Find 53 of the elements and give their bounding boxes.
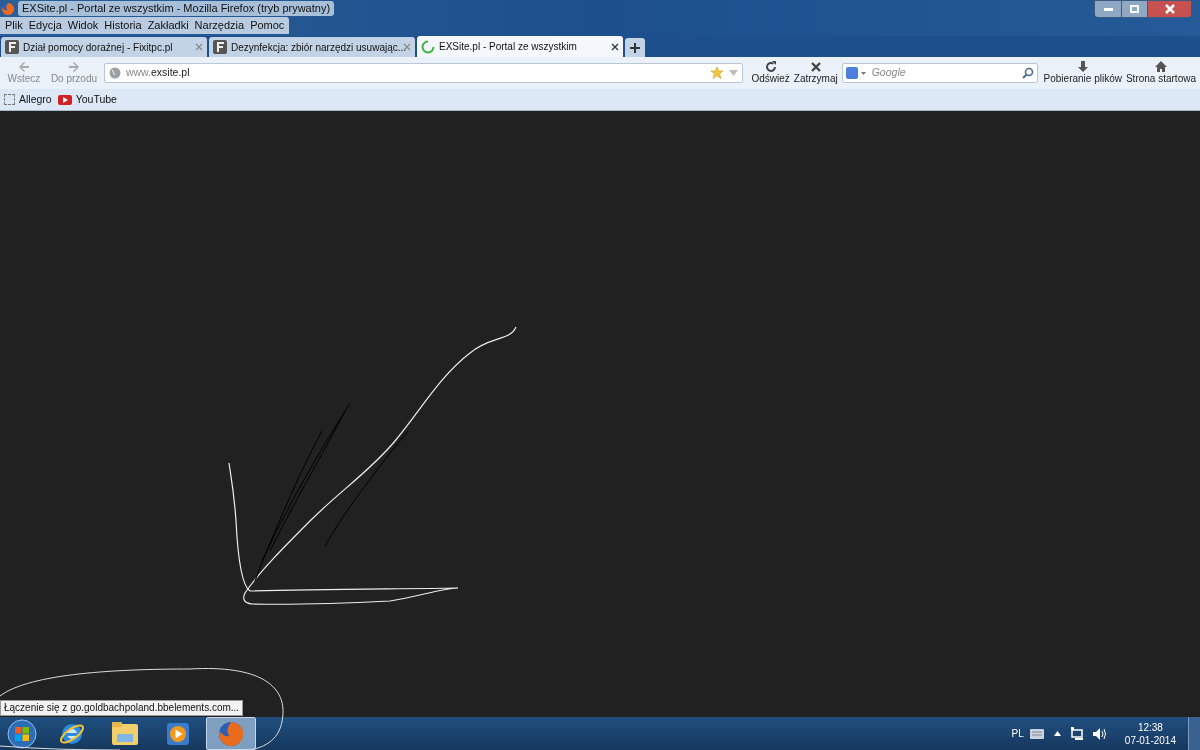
play-icon	[57, 94, 72, 105]
stop-icon	[809, 61, 822, 73]
left-arrow-icon	[18, 61, 30, 73]
close-icon[interactable]	[611, 42, 619, 51]
plus-icon	[630, 42, 640, 53]
new-tab-button[interactable]	[625, 38, 645, 57]
bookmark-item[interactable]: YouTube	[57, 91, 117, 108]
taskbar-app-button[interactable]	[206, 717, 256, 750]
close-button[interactable]	[1147, 1, 1191, 17]
bookmark-item[interactable]: Allegro	[4, 91, 52, 108]
clock[interactable]: 12:38 07-01-2014	[1124, 720, 1176, 747]
menu-item[interactable]: Zakładki	[144, 18, 192, 33]
status-tooltip: Łączenie się z go.goldbachpoland.bbelements.com...	[0, 700, 244, 716]
menu-item[interactable]: Historia	[101, 18, 145, 33]
stop-button[interactable]: Zatrzymaj	[793, 61, 838, 85]
menu-item[interactable]: Narzędzia	[191, 18, 248, 33]
download-arrow-icon	[1076, 61, 1089, 73]
browser-tab[interactable]: Dział pomocy doraźnej - Fixitpc.pl	[1, 37, 207, 57]
home-button[interactable]: Strona startowa	[1125, 61, 1196, 85]
address-bar[interactable]: www.exsite.pl	[103, 63, 744, 83]
browser-tab[interactable]: EXSite.pl - Portal ze wszystkim	[417, 36, 623, 57]
search-icon[interactable]	[1021, 67, 1034, 79]
menu-item[interactable]: Edycja	[25, 18, 65, 33]
reload-icon	[764, 61, 777, 73]
fox-globe-icon	[1, 1, 15, 16]
folder-icon	[111, 720, 139, 747]
search-input[interactable]: Google	[871, 65, 1018, 81]
fox-globe-icon	[217, 719, 245, 748]
downloads-button[interactable]: Pobieranie plików	[1043, 61, 1122, 85]
reload-button[interactable]: Odśwież	[751, 61, 790, 85]
home-icon	[1154, 61, 1167, 73]
search-engine-icon[interactable]	[845, 67, 868, 79]
play-icon	[166, 721, 190, 746]
star-icon[interactable]	[710, 66, 725, 80]
window-title: EXSite.pl - Portal ze wszystkim - Mozilla Firefox (tryb prywatny)	[18, 1, 335, 16]
loading-spinner-icon	[421, 39, 435, 54]
network-icon[interactable]	[1070, 727, 1085, 740]
keyboard-icon[interactable]	[1029, 728, 1044, 739]
menu-item[interactable]: Plik	[2, 18, 26, 33]
menu-item[interactable]: Widok	[64, 18, 102, 33]
language-indicator[interactable]: PL	[1011, 726, 1024, 741]
caret-up-icon[interactable]	[1053, 731, 1061, 736]
close-icon	[1164, 4, 1175, 14]
maximize-button[interactable]	[1121, 1, 1147, 17]
letter-f-icon	[213, 40, 227, 54]
globe-icon	[108, 67, 121, 79]
letter-f-icon	[5, 40, 19, 54]
speaker-icon[interactable]	[1092, 727, 1107, 740]
search-field[interactable]: Google	[841, 63, 1038, 83]
page-icon	[4, 94, 15, 105]
menu-item[interactable]: Pomoc	[247, 18, 288, 33]
browser-tab[interactable]: Dezynfekcja: zbiór narzędzi usuwając...	[209, 37, 415, 57]
right-arrow-icon	[67, 61, 80, 73]
